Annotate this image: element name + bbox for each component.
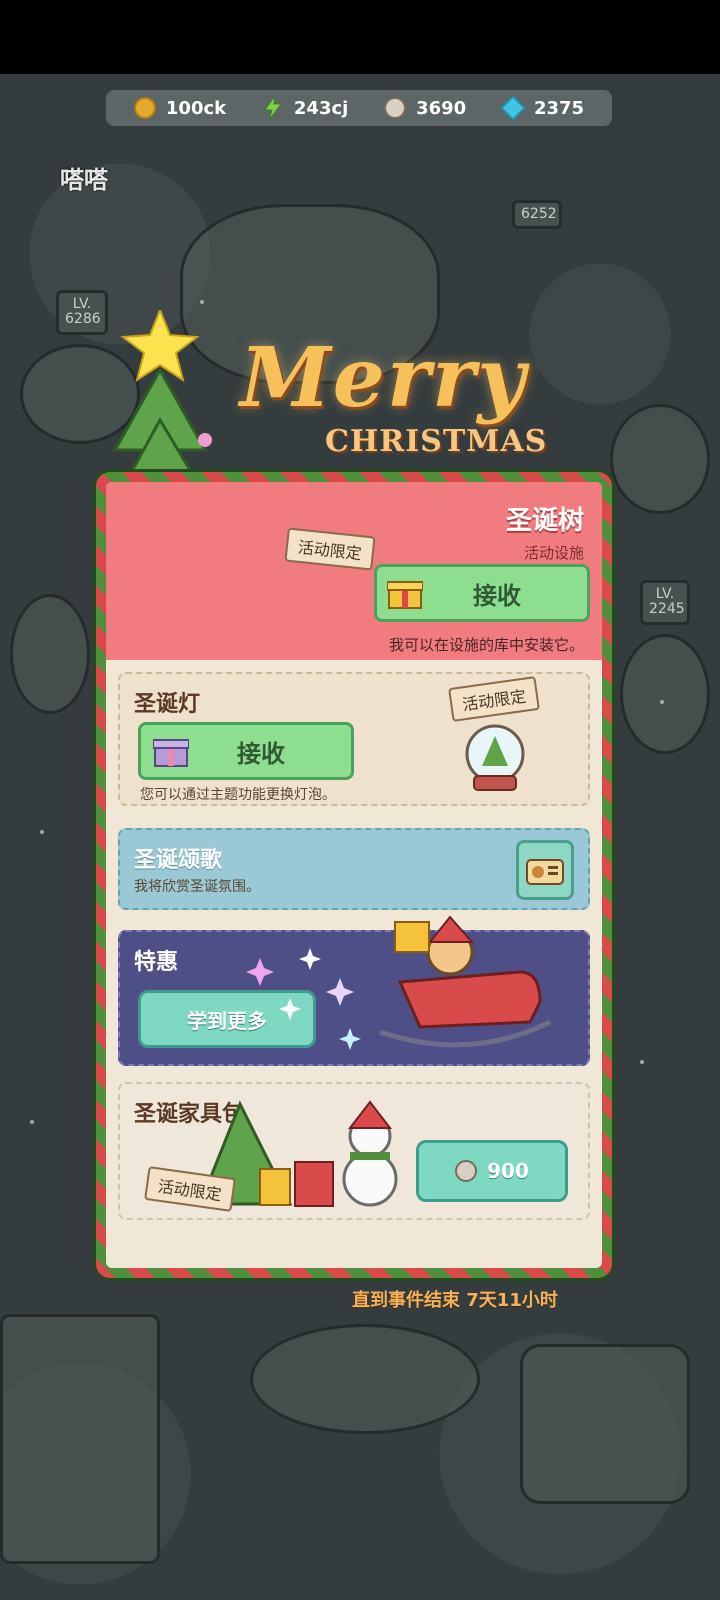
gear-icon bbox=[384, 97, 407, 119]
gear-counter[interactable]: 3690 bbox=[384, 97, 466, 119]
christmas-carol-card[interactable]: 圣诞颂歌 我将欣赏圣诞氛围。 bbox=[118, 828, 590, 910]
gear-value: 3690 bbox=[416, 97, 467, 119]
coin-value: 100ck bbox=[165, 97, 227, 119]
tree-receive-label: 接收 bbox=[473, 581, 521, 610]
fruit-pile-decoration bbox=[610, 404, 710, 514]
energy-value: 243cj bbox=[293, 97, 349, 119]
snow-sparkle bbox=[660, 700, 664, 704]
energy-counter[interactable]: 243cj bbox=[262, 96, 349, 120]
radio-icon bbox=[526, 859, 564, 885]
game-logo: 嗒嗒 bbox=[60, 166, 108, 194]
event-panel-inner: 圣诞树 活动设施 接收 我可以在设施的库中安装它。 活动限定 圣诞灯 接收 您可… bbox=[106, 482, 602, 1268]
carol-card-title: 圣诞颂歌 bbox=[134, 848, 223, 873]
snow-sparkle bbox=[640, 1060, 644, 1064]
treasure-chest-decoration bbox=[520, 1344, 690, 1504]
christmas-lights-card: 圣诞灯 接收 您可以通过主题功能更换灯泡。 活动限定 bbox=[118, 672, 590, 806]
gift-icon bbox=[153, 739, 189, 767]
snow-sparkle bbox=[200, 300, 204, 304]
deal-card-title: 特惠 bbox=[134, 950, 179, 975]
sparkles-decoration bbox=[246, 948, 361, 1050]
special-deal-card: 特惠 学到更多 bbox=[118, 915, 590, 1066]
snow-sparkle bbox=[30, 1120, 34, 1124]
carol-card-description: 我将欣赏圣诞氛围。 bbox=[134, 879, 260, 895]
furniture-price: 900 bbox=[487, 1159, 529, 1183]
lights-card-title: 圣诞灯 bbox=[134, 692, 201, 717]
christmas-title: CHRISTMAS bbox=[325, 424, 548, 459]
status-bar bbox=[0, 0, 720, 74]
resource-bar: 100ck 243cj 3690 2375 bbox=[106, 90, 612, 126]
radio-button[interactable] bbox=[516, 840, 574, 900]
pond-decoration bbox=[250, 1324, 480, 1434]
tree-card-title: 圣诞树 bbox=[505, 506, 584, 536]
gem-icon bbox=[500, 95, 526, 121]
christmas-tree-card: 圣诞树 活动设施 接收 我可以在设施的库中安装它。 bbox=[106, 482, 602, 660]
coin-counter[interactable]: 100ck bbox=[133, 97, 227, 119]
lights-card-description: 您可以通过主题功能更换灯泡。 bbox=[140, 787, 336, 803]
buy-furniture-button[interactable]: 900 bbox=[416, 1140, 568, 1202]
lights-receive-label: 接收 bbox=[237, 739, 285, 768]
claw-machine-decoration bbox=[0, 1314, 160, 1564]
lightning-icon bbox=[262, 96, 284, 120]
cat-decoration bbox=[10, 594, 90, 714]
coin-icon bbox=[133, 97, 156, 119]
limited-event-tag: 活动限定 bbox=[448, 676, 540, 722]
level-sign[interactable]: 6252 bbox=[512, 200, 562, 230]
event-panel: 圣诞树 活动设施 接收 我可以在设施的库中安装它。 活动限定 圣诞灯 接收 您可… bbox=[96, 472, 612, 1278]
level-sign[interactable]: LV. 2245 bbox=[640, 580, 690, 625]
gear-icon bbox=[455, 1160, 478, 1182]
tree-card-subtitle: 活动设施 bbox=[523, 544, 584, 562]
pot-decoration bbox=[620, 634, 710, 754]
gift-icon bbox=[387, 581, 423, 609]
snow-sparkle bbox=[40, 830, 44, 834]
tree-receive-button[interactable]: 接收 bbox=[374, 564, 590, 622]
event-countdown: 直到事件结束 7天11小时 bbox=[352, 1290, 558, 1311]
tree-card-description: 我可以在设施的库中安装它。 bbox=[388, 636, 584, 654]
gem-value: 2375 bbox=[533, 97, 585, 119]
cat-sleigh-illustration bbox=[379, 915, 552, 1048]
lights-receive-button[interactable]: 接收 bbox=[138, 722, 354, 780]
snow-globe-icon bbox=[465, 724, 525, 791]
gem-counter[interactable]: 2375 bbox=[500, 95, 585, 121]
